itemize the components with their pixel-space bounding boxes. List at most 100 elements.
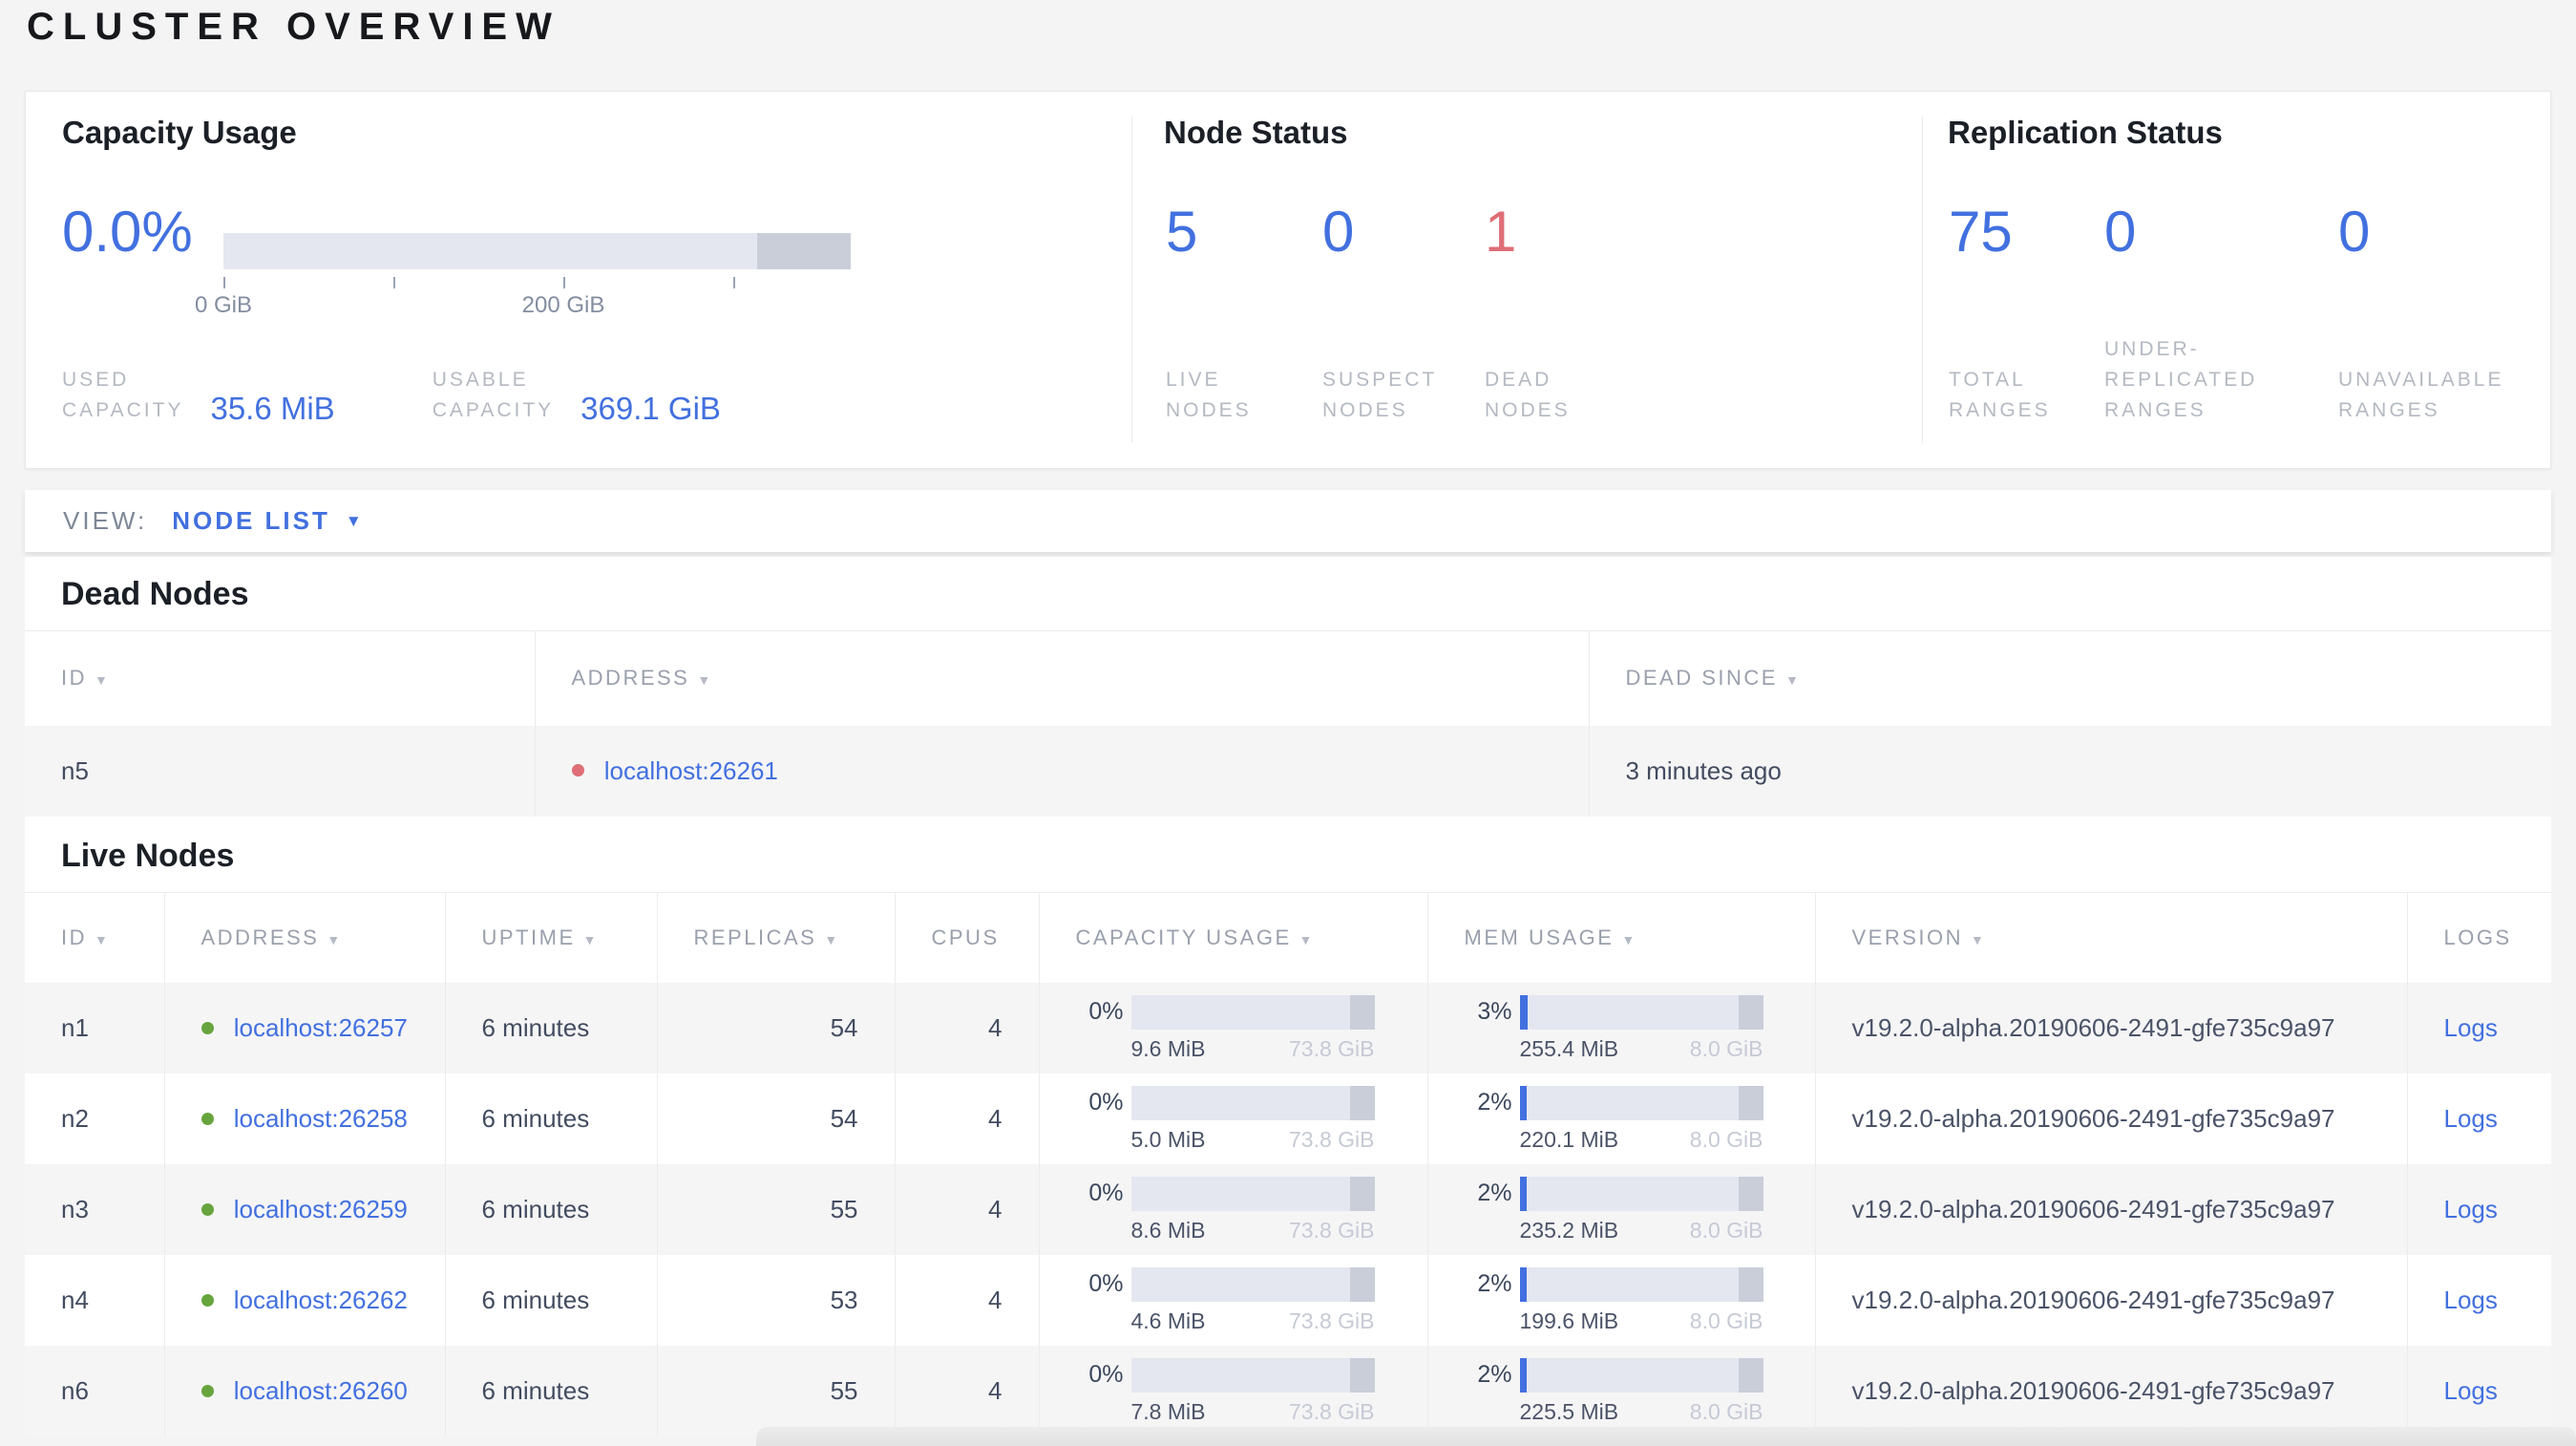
capacity-percent-label: 0% (1088, 1270, 1124, 1297)
mem-usage-cell: 2% 235.2 MiB 8.0 GiB (1426, 1164, 1815, 1255)
under-replicated-ranges-count: 0 (2104, 200, 2137, 264)
node-id-cell: n6 (61, 1376, 89, 1405)
mem-mini-bar (1519, 1085, 1763, 1120)
logs-link[interactable]: Logs (2444, 1286, 2498, 1314)
logs-link[interactable]: Logs (2444, 1376, 2498, 1405)
cluster-summary-card: Capacity Usage 0.0% 0 GiB 200 GiB USED C… (25, 91, 2551, 469)
sort-arrow-icon: ▼ (697, 672, 713, 689)
page-title: CLUSTER OVERVIEW (27, 6, 560, 48)
uptime-cell: 6 minutes (444, 1346, 657, 1436)
node-status-dot (201, 1021, 214, 1034)
capacity-percent-label: 0% (1088, 1180, 1124, 1206)
live-nodes-heading: Live Nodes (61, 837, 235, 874)
node-address-cell: localhost:26262 (163, 1255, 445, 1346)
live-nodes-label: LIVE NODES (1166, 369, 1252, 421)
node-id-cell: n5 (61, 755, 89, 785)
cpus-cell: 4 (894, 1074, 1039, 1164)
sort-arrow-icon: ▼ (582, 931, 599, 947)
node-status-dot (201, 1293, 214, 1307)
capacity-mini-bar (1130, 1266, 1375, 1302)
used-capacity-label: USED CAPACITY (62, 369, 184, 421)
column-header-id[interactable]: ID ▼ (25, 892, 164, 983)
sort-arrow-icon: ▼ (95, 931, 111, 947)
capacity-usage-cell: 0% 5.0 MiB 73.8 GiB (1038, 1074, 1427, 1164)
version-cell: v19.2.0-alpha.20190606-2491-gfe735c9a97 (1814, 983, 2407, 1074)
node-address-cell: localhost:26260 (163, 1346, 445, 1436)
logs-cell: Logs (2406, 983, 2551, 1074)
capacity-used-value: 7.8 MiB (1130, 1398, 1206, 1424)
capacity-mini-bar (1130, 1176, 1375, 1211)
sort-arrow-icon: ▼ (1299, 931, 1315, 947)
chevron-down-icon[interactable]: ▼ (346, 512, 362, 531)
axis-tick-label: 0 GiB (194, 292, 253, 318)
logs-cell: Logs (2406, 1074, 2551, 1164)
mem-used-value: 225.5 MiB (1519, 1398, 1619, 1424)
version-cell: v19.2.0-alpha.20190606-2491-gfe735c9a97 (1814, 1346, 2407, 1436)
logs-link[interactable]: Logs (2444, 1104, 2498, 1133)
view-dropdown[interactable]: NODE LIST ▼ (172, 506, 362, 536)
view-dropdown-value[interactable]: NODE LIST (172, 506, 330, 536)
node-status-dot (571, 764, 584, 777)
column-header-replicas[interactable]: REPLICAS ▼ (656, 892, 895, 983)
capacity-total-value: 73.8 GiB (1289, 1217, 1375, 1243)
capacity-usage-bar (223, 233, 851, 269)
node-status-title: Node Status (1164, 115, 1348, 150)
sort-arrow-icon: ▼ (327, 931, 343, 947)
capacity-usage-cell: 0% 8.6 MiB 73.8 GiB (1038, 1164, 1427, 1255)
node-address-link[interactable]: localhost:26262 (234, 1286, 408, 1314)
dead-nodes-header-row: ID ▼ ADDRESS ▼ DEAD SINCE ▼ (25, 630, 2551, 726)
logs-link[interactable]: Logs (2444, 1013, 2498, 1042)
horizontal-scrollbar[interactable] (756, 1427, 2576, 1446)
logs-link[interactable]: Logs (2444, 1195, 2498, 1223)
column-header-uptime[interactable]: UPTIME ▼ (444, 892, 657, 983)
used-capacity-value: 35.6 MiB (210, 391, 335, 426)
node-address-cell: localhost:26261 (534, 725, 1589, 817)
table-row: n5 localhost:26261 3 minutes ago (25, 725, 2551, 817)
capacity-percent-label: 0% (1088, 998, 1124, 1025)
capacity-total-value: 73.8 GiB (1289, 1308, 1375, 1333)
replicas-cell: 55 (656, 1346, 895, 1436)
table-row: n1 localhost:26257 6 minutes 54 4 0% 9.6… (25, 983, 2551, 1074)
node-status-dot (201, 1112, 214, 1125)
axis-tick-label: 200 GiB (521, 292, 605, 318)
version-cell: v19.2.0-alpha.20190606-2491-gfe735c9a97 (1814, 1074, 2407, 1164)
mem-used-value: 220.1 MiB (1519, 1126, 1619, 1152)
unavailable-ranges-count: 0 (2338, 200, 2371, 264)
column-header-version[interactable]: VERSION ▼ (1814, 892, 2407, 983)
live-nodes-count: 5 (1166, 200, 1198, 264)
node-address-link[interactable]: localhost:26261 (604, 756, 778, 785)
node-address-cell: localhost:26258 (163, 1074, 445, 1164)
version-cell: v19.2.0-alpha.20190606-2491-gfe735c9a97 (1814, 1255, 2407, 1346)
dead-nodes-table: ID ▼ ADDRESS ▼ DEAD SINCE ▼ n5 localhost:26… (25, 630, 2551, 817)
axis-tick (393, 277, 395, 288)
live-nodes-table: ID ▼ ADDRESS ▼ UPTIME ▼ REPLICAS ▼ CPUS CAPA… (25, 892, 2551, 1436)
column-header-capacity-usage[interactable]: CAPACITY USAGE ▼ (1038, 892, 1427, 983)
node-address-link[interactable]: localhost:26260 (234, 1376, 408, 1405)
capacity-used-value: 5.0 MiB (1130, 1126, 1206, 1152)
cpus-cell: 4 (894, 983, 1039, 1074)
version-cell: v19.2.0-alpha.20190606-2491-gfe735c9a97 (1814, 1164, 2407, 1255)
logs-cell: Logs (2406, 1255, 2551, 1346)
column-header-address[interactable]: ADDRESS ▼ (534, 630, 1589, 726)
capacity-mini-bar (1130, 1085, 1375, 1120)
node-id-cell: n3 (61, 1195, 89, 1223)
column-header-mem-usage[interactable]: MEM USAGE ▼ (1426, 892, 1815, 983)
dead-since-cell: 3 minutes ago (1588, 725, 2551, 817)
column-header-address[interactable]: ADDRESS ▼ (163, 892, 445, 983)
node-address-link[interactable]: localhost:26257 (234, 1013, 408, 1042)
node-address-link[interactable]: localhost:26259 (234, 1195, 408, 1223)
node-id-cell: n2 (61, 1104, 89, 1133)
table-row: n2 localhost:26258 6 minutes 54 4 0% 5.0… (25, 1074, 2551, 1164)
mem-percent-label: 3% (1477, 998, 1512, 1025)
column-header-dead-since[interactable]: DEAD SINCE ▼ (1588, 630, 2551, 726)
column-header-id[interactable]: ID ▼ (25, 631, 535, 726)
dead-nodes-count: 1 (1485, 200, 1517, 264)
view-selector-bar: VIEW: NODE LIST ▼ (25, 490, 2551, 552)
mem-mini-bar (1519, 1266, 1763, 1302)
uptime-cell: 6 minutes (444, 1255, 657, 1346)
mem-percent-label: 2% (1477, 1270, 1512, 1297)
section-divider (1131, 117, 1132, 443)
uptime-cell: 6 minutes (444, 1164, 657, 1255)
mem-mini-bar (1519, 994, 1763, 1030)
node-address-link[interactable]: localhost:26258 (234, 1104, 408, 1133)
